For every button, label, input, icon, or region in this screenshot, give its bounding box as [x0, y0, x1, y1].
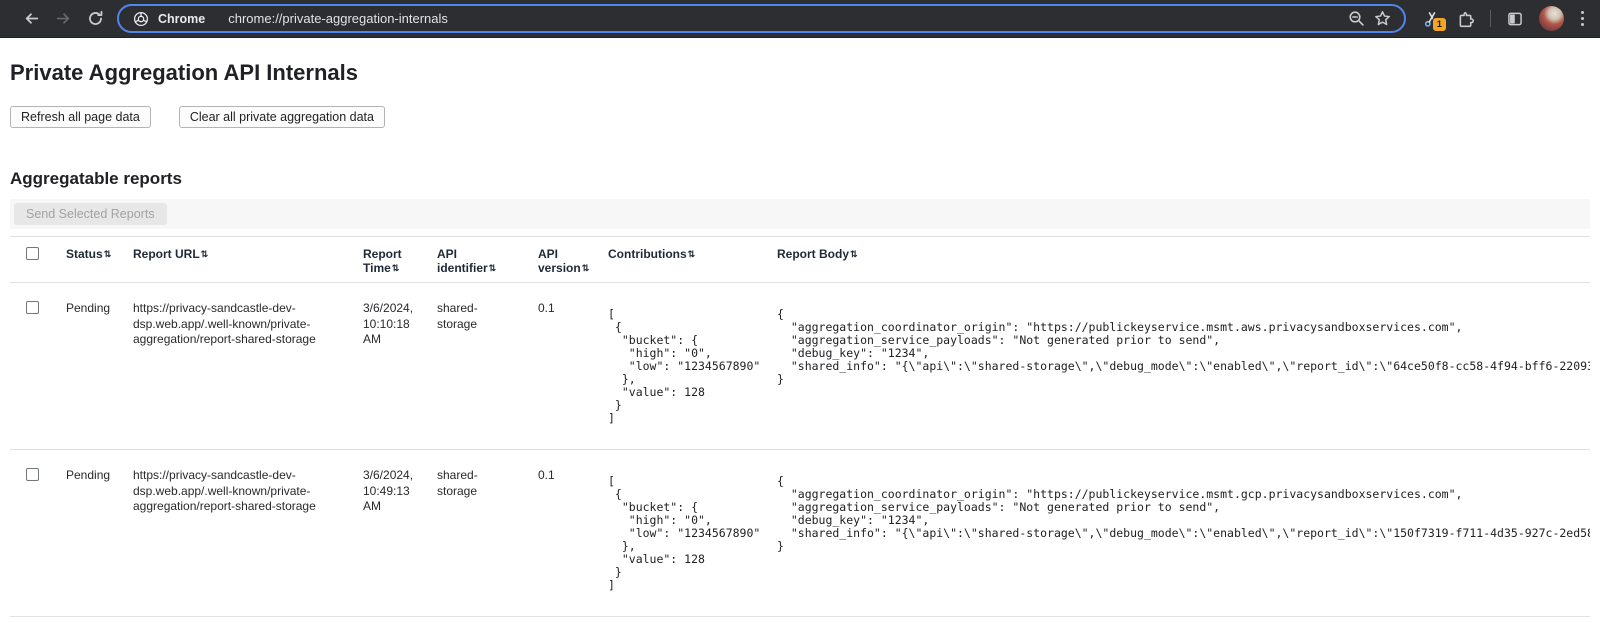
aggregatable-reports-table: Status⇅ Report URL⇅ Report Time⇅ API ide… [10, 236, 1590, 617]
contributions-json: [ { "bucket": { "high": "0", "low": "123… [608, 308, 757, 425]
report-body-cell: { "aggregation_coordinator_origin": "htt… [767, 450, 1590, 617]
zoom-indicator-icon[interactable] [1347, 10, 1365, 28]
status-cell: Pending [56, 283, 123, 450]
site-chip[interactable]: Chrome [132, 10, 205, 28]
col-header-report-time[interactable]: Report Time⇅ [353, 237, 427, 283]
sort-icon: ⇅ [489, 263, 497, 273]
side-panel-icon[interactable] [1506, 10, 1524, 28]
reports-toolbar: Send Selected Reports [10, 199, 1590, 229]
back-icon[interactable] [22, 10, 40, 28]
status-cell: Pending [56, 450, 123, 617]
report-body-json: { "aggregation_coordinator_origin": "htt… [777, 308, 1580, 386]
browser-menu-icon[interactable] [1579, 8, 1586, 29]
profile-avatar[interactable] [1539, 6, 1564, 31]
clear-all-private-aggregation-data-button[interactable]: Clear all private aggregation data [179, 106, 385, 128]
col-header-api-version[interactable]: API version⇅ [528, 237, 598, 283]
sort-icon: ⇅ [104, 249, 112, 259]
contributions-json: [ { "bucket": { "high": "0", "low": "123… [608, 475, 757, 592]
api-identifier-cell: shared-storage [427, 283, 528, 450]
chrome-logo-icon [132, 10, 150, 28]
sort-icon: ⇅ [688, 249, 696, 259]
col-header-status[interactable]: Status⇅ [56, 237, 123, 283]
header-checkbox-cell [10, 237, 56, 283]
report-body-json: { "aggregation_coordinator_origin": "htt… [777, 475, 1580, 553]
api-version-cell: 0.1 [528, 283, 598, 450]
browser-toolbar: Chrome chrome://private-aggregation-inte… [0, 0, 1600, 38]
select-all-checkbox[interactable] [26, 247, 39, 260]
page-title: Private Aggregation API Internals [10, 60, 1590, 86]
col-header-report-body[interactable]: Report Body⇅ [767, 237, 1590, 283]
toolbar-separator [1490, 10, 1491, 27]
col-header-contributions[interactable]: Contributions⇅ [598, 237, 767, 283]
sort-icon: ⇅ [582, 263, 590, 273]
refresh-all-page-data-button[interactable]: Refresh all page data [10, 106, 151, 128]
site-chip-label: Chrome [158, 12, 205, 26]
reload-icon[interactable] [86, 10, 104, 28]
address-bar[interactable]: Chrome chrome://private-aggregation-inte… [117, 4, 1406, 33]
report-time-cell: 3/6/2024, 10:49:13 AM [353, 450, 427, 617]
col-header-api-identifier[interactable]: API identifier⇅ [427, 237, 528, 283]
nav-button-group [22, 10, 104, 28]
row-checkbox-cell [10, 283, 56, 450]
page-content: Private Aggregation API Internals Refres… [0, 60, 1600, 617]
sort-icon: ⇅ [201, 249, 209, 259]
sort-icon: ⇅ [850, 249, 858, 259]
table-row: Pending https://privacy-sandcastle-dev-d… [10, 450, 1590, 617]
report-url-cell: https://privacy-sandcastle-dev-dsp.web.a… [123, 283, 353, 450]
url-text: chrome://private-aggregation-internals [228, 11, 448, 26]
section-title: Aggregatable reports [10, 169, 1590, 189]
extension-badge: 1 [1432, 17, 1447, 32]
page-actions: Refresh all page data Clear all private … [10, 106, 1590, 128]
bookmark-star-icon[interactable] [1373, 10, 1391, 28]
api-version-cell: 0.1 [528, 450, 598, 617]
api-identifier-cell: shared-storage [427, 450, 528, 617]
send-selected-reports-button[interactable]: Send Selected Reports [14, 203, 167, 225]
forward-icon[interactable] [54, 10, 72, 28]
report-time-cell: 3/6/2024, 10:10:18 AM [353, 283, 427, 450]
row-checkbox[interactable] [26, 301, 39, 314]
contributions-cell: [ { "bucket": { "high": "0", "low": "123… [598, 450, 767, 617]
table-header-row: Status⇅ Report URL⇅ Report Time⇅ API ide… [10, 237, 1590, 283]
row-checkbox[interactable] [26, 468, 39, 481]
extensions-puzzle-icon[interactable] [1457, 10, 1475, 28]
col-header-report-url[interactable]: Report URL⇅ [123, 237, 353, 283]
row-checkbox-cell [10, 450, 56, 617]
toolbar-right-group: 1 [1422, 6, 1586, 31]
report-body-cell: { "aggregation_coordinator_origin": "htt… [767, 283, 1590, 450]
table-row: Pending https://privacy-sandcastle-dev-d… [10, 283, 1590, 450]
report-url-cell: https://privacy-sandcastle-dev-dsp.web.a… [123, 450, 353, 617]
screenshot-extension-icon[interactable]: 1 [1422, 9, 1442, 29]
sort-icon: ⇅ [392, 263, 400, 273]
contributions-cell: [ { "bucket": { "high": "0", "low": "123… [598, 283, 767, 450]
